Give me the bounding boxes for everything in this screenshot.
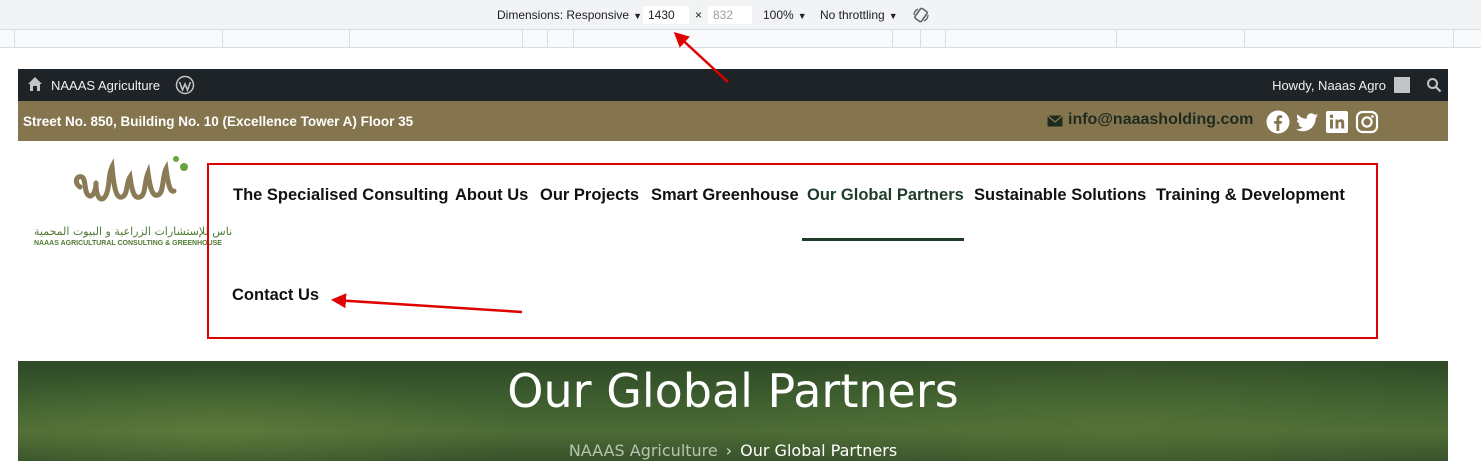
facebook-icon[interactable] xyxy=(1266,110,1290,134)
admin-site-name[interactable]: NAAAS Agriculture xyxy=(51,78,160,93)
dimensions-label: Dimensions: Responsive xyxy=(497,8,630,22)
dimensions-dropdown[interactable]: Dimensions: Responsive ▼ xyxy=(497,8,642,22)
wp-admin-bar: NAAAS Agriculture Howdy, Naaas Agro xyxy=(18,69,1448,101)
rotate-icon[interactable] xyxy=(912,6,930,24)
instagram-icon[interactable] xyxy=(1355,110,1379,134)
breadcrumb-separator: › xyxy=(725,441,733,460)
throttling-label: No throttling xyxy=(820,8,885,22)
avatar[interactable] xyxy=(1394,77,1410,93)
mail-icon xyxy=(1047,115,1063,127)
times-label: × xyxy=(695,8,703,22)
admin-howdy[interactable]: Howdy, Naaas Agro xyxy=(1272,78,1386,93)
dimensions-caret-icon: ▼ xyxy=(633,11,642,21)
width-input[interactable]: 1430 xyxy=(643,6,689,24)
logo-english-text: NAAAS AGRICULTURAL CONSULTING & GREENHOU… xyxy=(34,240,222,247)
media-query-ruler xyxy=(0,30,1481,48)
breadcrumb-current: Our Global Partners xyxy=(740,441,898,460)
breadcrumb-home[interactable]: NAAAS Agriculture xyxy=(569,441,718,460)
height-input[interactable]: 832 xyxy=(708,6,752,24)
logo-arabic-text: ناس للإستشارات الزراعية و البيوت المحمية xyxy=(34,225,233,238)
devtools-toolbar: Dimensions: Responsive ▼ 1430 × 832 100% ▼… xyxy=(0,0,1481,30)
throttling-dropdown[interactable]: No throttling ▼ xyxy=(820,8,898,22)
address-text: Street No. 850, Building No. 10 (Excelle… xyxy=(23,114,414,129)
zoom-label: 100% xyxy=(763,8,794,22)
linkedin-icon[interactable] xyxy=(1325,110,1349,134)
logo-mark-icon xyxy=(73,156,188,202)
page-title: Our Global Partners xyxy=(507,364,959,418)
wordpress-icon[interactable] xyxy=(175,75,195,95)
info-bar: Street No. 850, Building No. 10 (Excelle… xyxy=(18,101,1448,141)
email-link[interactable]: info@naaasholding.com xyxy=(1068,111,1253,129)
breadcrumb: NAAAS Agriculture › Our Global Partners xyxy=(18,441,1448,460)
home-icon[interactable] xyxy=(27,76,43,92)
throttling-caret-icon: ▼ xyxy=(888,11,898,21)
search-icon[interactable] xyxy=(1426,77,1442,93)
annotation-highlight-box xyxy=(207,163,1378,339)
hero-banner: Our Global Partners NAAAS Agriculture › Ou… xyxy=(18,361,1448,461)
zoom-caret-icon: ▼ xyxy=(797,11,807,21)
zoom-dropdown[interactable]: 100% ▼ xyxy=(763,8,807,22)
twitter-icon[interactable] xyxy=(1295,110,1319,134)
